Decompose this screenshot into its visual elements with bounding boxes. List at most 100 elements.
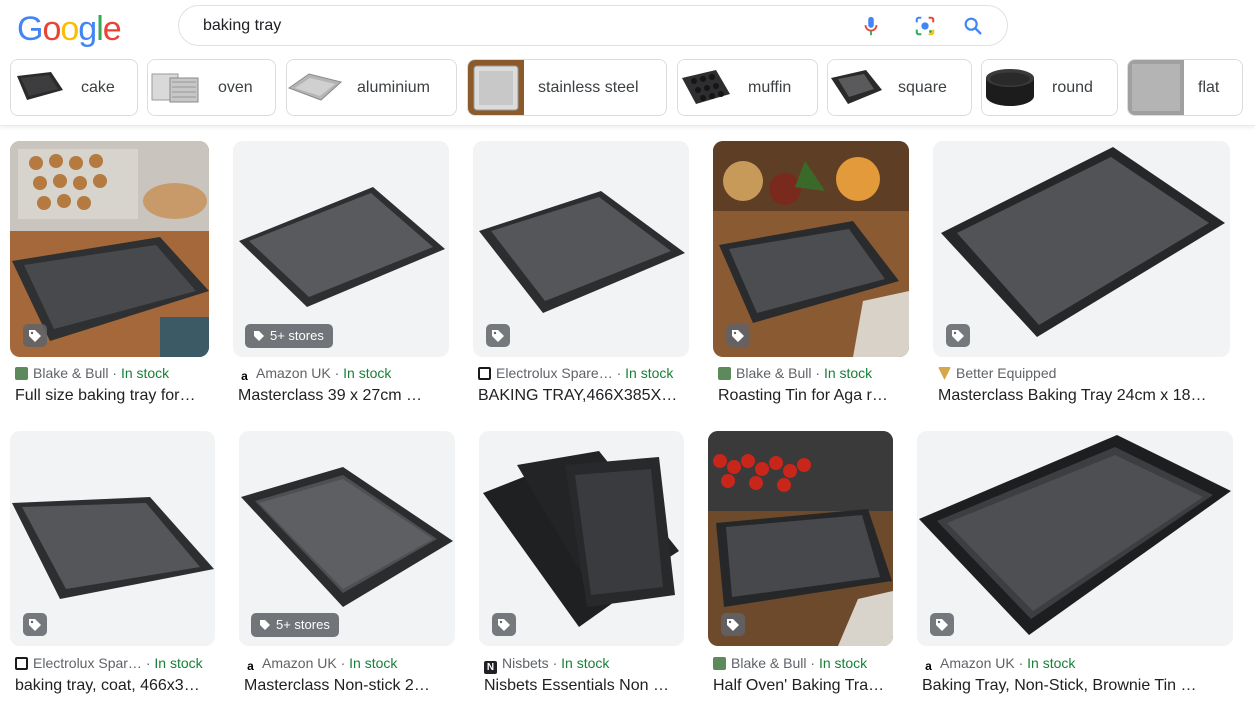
chip-stainless-steel[interactable]: stainless steel	[467, 59, 667, 116]
result-card[interactable]: Electrolux Spar… · In stock baking tray,…	[10, 431, 220, 701]
result-card[interactable]: a Amazon UK · In stock Baking Tray, Non-S…	[917, 431, 1237, 701]
separator: ·	[330, 365, 344, 381]
electrolux-favicon-icon	[478, 367, 491, 380]
product-image[interactable]	[479, 431, 684, 646]
result-title[interactable]: baking tray, coat, 466x3…	[15, 677, 217, 695]
stock-status: In stock	[120, 365, 170, 381]
result-source: Electrolux Spar… · In stock	[15, 655, 220, 671]
result-card[interactable]: Better Equipped Masterclass Baking Tray …	[933, 141, 1233, 411]
result-title[interactable]: Masterclass 39 x 27cm …	[238, 387, 450, 405]
source-name: Electrolux Spare…	[496, 365, 613, 381]
favicon-icon	[713, 657, 726, 670]
result-title[interactable]: Baking Tray, Non-Stick, Brownie Tin …	[922, 677, 1234, 695]
result-card[interactable]: N Nisbets · In stock Nisbets Essentials N…	[479, 431, 689, 701]
result-card[interactable]: Blake & Bull · In stock Roasting Tin for…	[713, 141, 913, 411]
price-tag-icon	[23, 324, 47, 347]
result-title[interactable]: Half Oven' Baking Tra…	[713, 677, 895, 695]
google-logo[interactable]: Google	[17, 11, 122, 47]
stores-badge-text: 5+ stores	[270, 328, 324, 343]
favicon-icon	[718, 367, 731, 380]
chip-thumbnail	[1128, 60, 1184, 115]
product-image[interactable]	[933, 141, 1230, 357]
amazon-favicon-icon: a	[922, 660, 935, 673]
favicon-icon	[15, 367, 28, 380]
separator: ·	[141, 655, 155, 671]
chip-square[interactable]: square	[827, 59, 972, 116]
chip-thumbnail	[287, 60, 343, 115]
chip-flat[interactable]: flat	[1127, 59, 1243, 116]
source-name: Blake & Bull	[33, 365, 109, 381]
chip-thumbnail	[148, 60, 204, 115]
result-title[interactable]: Roasting Tin for Aga r…	[718, 387, 910, 405]
separator: ·	[806, 655, 819, 671]
chip-round[interactable]: round	[981, 59, 1118, 116]
chip-aluminium[interactable]: aluminium	[286, 59, 457, 116]
nisbets-favicon-icon: N	[484, 661, 497, 674]
search-box	[178, 5, 1008, 46]
result-source: a Amazon UK · In stock	[244, 655, 459, 673]
search-input[interactable]	[203, 14, 843, 38]
result-source: Better Equipped	[938, 365, 1233, 381]
product-image[interactable]	[473, 141, 689, 357]
stores-badge: 5+ stores	[251, 613, 339, 637]
stock-status: In stock	[823, 365, 873, 381]
separator: ·	[336, 655, 350, 671]
stock-status: In stock	[154, 655, 203, 671]
result-title[interactable]: Nisbets Essentials Non …	[484, 677, 686, 695]
result-card[interactable]: Blake & Bull · In stock Full size baking…	[10, 141, 215, 411]
result-source: Electrolux Spare… · In stock	[478, 365, 693, 381]
price-tag-icon	[23, 613, 47, 636]
source-name: Nisbets	[502, 655, 549, 671]
result-title[interactable]: BAKING TRAY,466X385X…	[478, 387, 690, 405]
result-source: a Amazon UK · In stock	[922, 655, 1237, 673]
amazon-favicon-icon: a	[244, 660, 257, 673]
separator: ·	[811, 365, 824, 381]
stores-badge: 5+ stores	[245, 324, 333, 348]
product-image[interactable]	[917, 431, 1233, 646]
chip-label: cake	[81, 79, 115, 96]
stores-badge-text: 5+ stores	[276, 617, 330, 632]
stock-status: In stock	[561, 655, 610, 671]
chip-label: round	[1052, 79, 1093, 96]
result-source: Blake & Bull · In stock	[15, 365, 215, 381]
product-image[interactable]	[10, 431, 215, 646]
separator: ·	[108, 365, 121, 381]
microphone-icon[interactable]	[860, 15, 882, 37]
chip-thumbnail	[468, 60, 524, 115]
result-card[interactable]: Electrolux Spare… · In stock BAKING TRAY…	[473, 141, 693, 411]
result-card[interactable]: 5+ stores a Amazon UK · In stock Mastercl…	[239, 431, 459, 701]
price-tag-icon	[726, 324, 750, 347]
result-source: Blake & Bull · In stock	[718, 365, 914, 381]
stock-status: In stock	[343, 365, 392, 381]
price-tag-icon	[721, 613, 745, 636]
result-title[interactable]: Masterclass Non-stick 2…	[244, 677, 456, 695]
chip-thumbnail	[982, 60, 1038, 115]
source-name: Better Equipped	[956, 365, 1057, 381]
stock-status: In stock	[818, 655, 868, 671]
product-image[interactable]	[713, 141, 909, 357]
result-title[interactable]: Masterclass Baking Tray 24cm x 18…	[938, 387, 1230, 405]
chip-oven[interactable]: oven	[147, 59, 276, 116]
price-tag-icon	[492, 613, 516, 636]
price-tag-icon	[486, 324, 510, 347]
chip-label: square	[898, 79, 947, 96]
result-card[interactable]: 5+ stores a Amazon UK · In stock Mastercl…	[233, 141, 453, 411]
chip-cake[interactable]: cake	[10, 59, 138, 116]
source-name: Blake & Bull	[731, 655, 807, 671]
lens-camera-icon[interactable]	[914, 15, 936, 37]
product-image[interactable]	[708, 431, 893, 646]
chip-label: stainless steel	[538, 79, 639, 96]
separator: ·	[1014, 655, 1028, 671]
product-image[interactable]	[10, 141, 209, 357]
result-title[interactable]: Full size baking tray for…	[15, 387, 213, 405]
stock-status: In stock	[1027, 655, 1076, 671]
result-card[interactable]: Blake & Bull · In stock Half Oven' Bakin…	[708, 431, 898, 701]
product-image[interactable]: 5+ stores	[233, 141, 449, 357]
separator: ·	[612, 365, 626, 381]
source-name: Electrolux Spar…	[33, 655, 142, 671]
search-icon[interactable]	[962, 15, 984, 37]
product-image[interactable]: 5+ stores	[239, 431, 455, 646]
result-source: a Amazon UK · In stock	[238, 365, 453, 383]
result-source: N Nisbets · In stock	[484, 655, 689, 674]
chip-muffin[interactable]: muffin	[677, 59, 818, 116]
